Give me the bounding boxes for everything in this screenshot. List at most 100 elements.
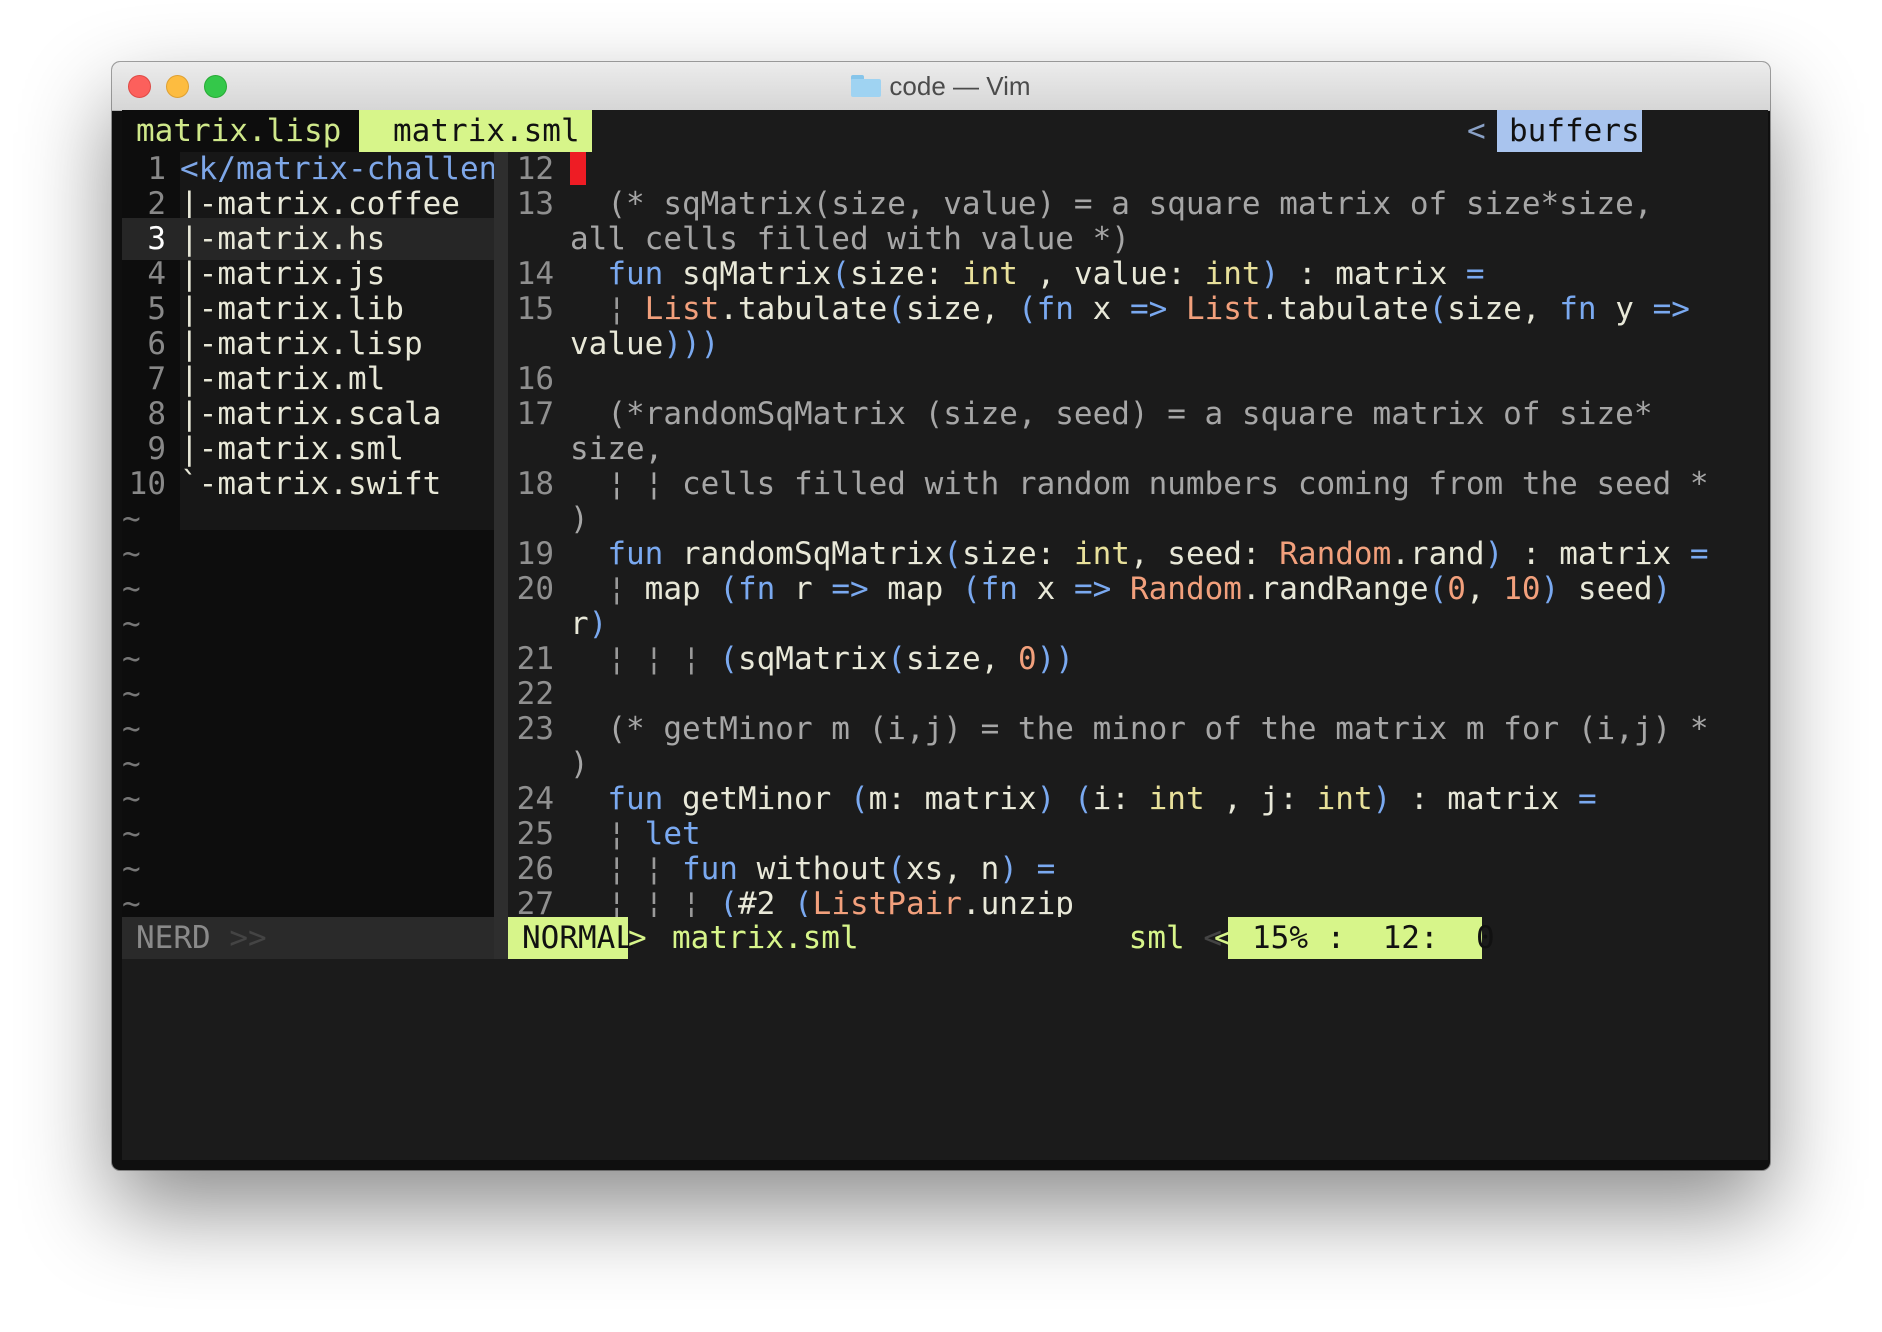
- code-token: map: [644, 571, 720, 607]
- code-token: ): [588, 606, 608, 642]
- code-token: randomSqMatrix: [663, 536, 944, 572]
- code-token: int: [961, 256, 1018, 292]
- code-token: .tabulate: [719, 291, 888, 327]
- code-token: ListPair: [812, 886, 962, 917]
- code-token: sqMatrix: [737, 641, 888, 677]
- status-line: NERD >> NORMAL > matrix.sml sml < < 15% …: [122, 917, 1768, 959]
- code-token: (fn: [1017, 291, 1074, 327]
- tree-empty-line-tilde: ~: [122, 886, 141, 917]
- text-cursor: [570, 152, 586, 185]
- code-token: ¦: [570, 291, 645, 327]
- code-token: (fn: [719, 571, 776, 607]
- tab-matrix-lisp[interactable]: matrix.lisp: [122, 110, 359, 152]
- code-token: without: [737, 851, 888, 887]
- nerdtree-panel[interactable]: 1<k/matrix-challenge/c2|-matrix.coffee3|…: [122, 152, 494, 917]
- code-token: (: [887, 641, 906, 677]
- code-token: ¦ ¦ ¦: [570, 641, 720, 677]
- code-token: y: [1596, 291, 1653, 327]
- code-token: r: [775, 571, 832, 607]
- code-token: (: [1073, 781, 1093, 817]
- vim-window: code — Vim matrix.lisp matrix.sml < buff…: [112, 62, 1770, 1170]
- code-token: ): [999, 851, 1018, 887]
- code-token: =>: [831, 571, 869, 607]
- code-token: size,: [905, 641, 1018, 677]
- buffers-label[interactable]: buffers: [1497, 110, 1642, 152]
- nerdtree-label: NERD: [136, 920, 211, 956]
- code-token: .rand: [1391, 536, 1485, 572]
- code-token: Random: [1279, 536, 1392, 572]
- code-token: fun: [607, 781, 664, 817]
- code-token: ¦ ¦: [570, 851, 682, 887]
- code-line[interactable]: 27 ¦ ¦ ¦ (#2 (ListPair.unzip: [508, 883, 1768, 917]
- code-token: (: [1428, 291, 1448, 327]
- code-token: ): [1372, 781, 1392, 817]
- code-token: =>: [1129, 291, 1168, 327]
- code-token: (* sqMatrix(size, value) = a square matr…: [570, 186, 1653, 222]
- code-token: ): [1260, 256, 1280, 292]
- code-token: int: [1204, 256, 1261, 292]
- code-token: (* getMinor m (i,j) = the minor of the m…: [570, 711, 1709, 747]
- code-token: ¦: [570, 571, 645, 607]
- code-token: size,: [905, 291, 1018, 327]
- code-text[interactable]: ¦ ¦ ¦ (#2 (ListPair.unzip: [570, 883, 1074, 917]
- code-token: i:: [1092, 781, 1149, 817]
- code-token: =>: [1652, 291, 1690, 327]
- code-token: all cells filled with value *): [570, 221, 1130, 257]
- code-token: 0: [1017, 641, 1037, 677]
- code-token: (: [943, 536, 962, 572]
- code-token: int: [1148, 781, 1205, 817]
- code-token: map: [868, 571, 962, 607]
- code-token: x: [1073, 291, 1130, 327]
- title-bar: code — Vim: [112, 62, 1770, 111]
- code-token: getMinor: [663, 781, 850, 817]
- code-token: : matrix: [1391, 781, 1578, 817]
- filetype-label: sml: [1128, 920, 1185, 956]
- code-token: fn: [1559, 291, 1597, 327]
- code-token: , seed:: [1129, 536, 1280, 572]
- code-token: m: matrix: [868, 781, 1037, 817]
- window-title-text: code — Vim: [889, 70, 1031, 101]
- status-filetype: sml <: [1122, 917, 1222, 959]
- code-token: : matrix: [1279, 256, 1466, 292]
- nerdtree-arrows: >>: [229, 920, 267, 956]
- code-token: let: [644, 816, 701, 852]
- status-filename: matrix.sml: [672, 920, 859, 956]
- mode-indicator: NORMAL: [508, 917, 634, 959]
- cursor-position: 15% : 12: 0: [1228, 917, 1495, 959]
- code-token: size:: [961, 536, 1074, 572]
- code-token: seed: [1559, 571, 1653, 607]
- code-token: xs, n: [905, 851, 1000, 887]
- code-token: size,: [570, 431, 664, 467]
- code-token: =: [1577, 781, 1597, 817]
- editor-pane[interactable]: 12 13 (* sqMatrix(size, value) = a square…: [508, 152, 1768, 917]
- split-divider[interactable]: [494, 152, 508, 917]
- buffers-arrow: <: [1467, 113, 1486, 149]
- code-token: int: [1316, 781, 1373, 817]
- code-token: ): [1036, 781, 1056, 817]
- nerdtree-status: NERD >>: [122, 917, 494, 959]
- folder-icon: [851, 75, 882, 97]
- mode-arrow: >: [628, 920, 647, 956]
- code-token: ): [1540, 571, 1560, 607]
- tab-line: matrix.lisp matrix.sml < buffers: [122, 110, 1768, 152]
- tab-matrix-sml[interactable]: matrix.sml: [359, 110, 592, 152]
- code-token: .tabulate: [1260, 291, 1429, 327]
- code-token: (: [849, 781, 869, 817]
- code-token: (fn: [961, 571, 1018, 607]
- code-token: (: [1428, 571, 1448, 607]
- code-token: , j:: [1204, 781, 1317, 817]
- status-divider: [494, 917, 508, 959]
- code-token: ,: [1465, 571, 1504, 607]
- code-token: List: [644, 291, 720, 327]
- code-token: .randRange: [1241, 571, 1429, 607]
- code-token: 10: [1503, 571, 1541, 607]
- terminal[interactable]: matrix.lisp matrix.sml < buffers 1 <k/mat…: [122, 110, 1768, 1160]
- code-token: (: [793, 886, 813, 917]
- code-token: fun: [681, 851, 738, 887]
- code-token: x: [1017, 571, 1074, 607]
- code-token: int: [1073, 536, 1130, 572]
